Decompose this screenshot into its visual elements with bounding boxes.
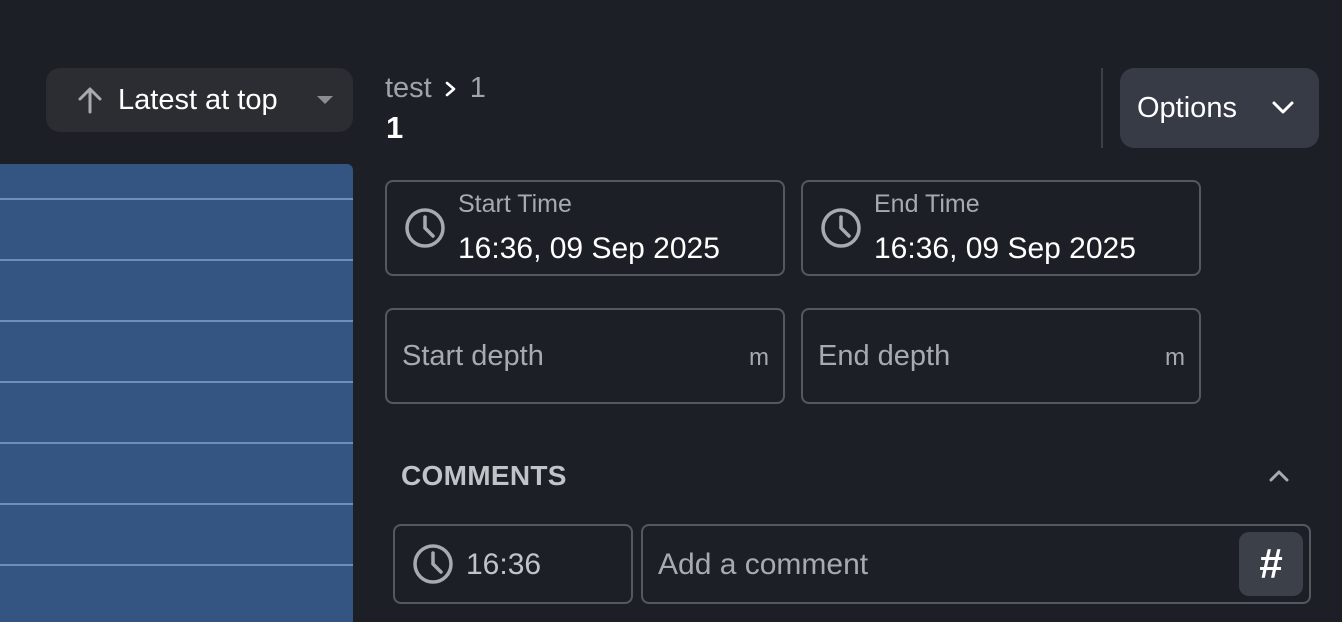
chevron-down-icon bbox=[1272, 101, 1294, 114]
page-title: 1 bbox=[386, 110, 404, 145]
arrow-up-icon bbox=[78, 87, 102, 114]
clock-icon bbox=[413, 544, 453, 584]
hashtag-icon: # bbox=[1259, 540, 1283, 587]
header-divider bbox=[1101, 68, 1103, 148]
start-depth-input[interactable]: Start depth m bbox=[385, 308, 785, 404]
list-row-divider bbox=[0, 442, 353, 444]
chevron-right-icon bbox=[445, 81, 456, 96]
start-depth-unit: m bbox=[749, 344, 769, 371]
sort-order-dropdown[interactable]: Latest at top bbox=[46, 68, 353, 132]
breadcrumb-current: 1 bbox=[469, 72, 486, 104]
comment-placeholder: Add a comment bbox=[658, 548, 869, 581]
end-time-value: 16:36, 09 Sep 2025 bbox=[874, 232, 1136, 265]
start-time-field[interactable]: Start Time 16:36, 09 Sep 2025 bbox=[385, 180, 785, 276]
clock-icon bbox=[821, 208, 861, 248]
breadcrumb: test 1 bbox=[385, 72, 486, 105]
options-label: Options bbox=[1137, 91, 1237, 124]
hashtag-button[interactable]: # bbox=[1239, 532, 1303, 596]
entries-list-panel bbox=[0, 164, 353, 622]
end-depth-placeholder: End depth bbox=[818, 340, 951, 372]
sort-order-label: Latest at top bbox=[118, 83, 278, 116]
comment-input[interactable]: Add a comment # bbox=[641, 524, 1311, 604]
caret-down-icon bbox=[317, 96, 333, 104]
start-time-label: Start Time bbox=[458, 190, 572, 218]
list-row-divider bbox=[0, 320, 353, 322]
comment-time-field[interactable]: 16:36 bbox=[393, 524, 633, 604]
list-row-divider bbox=[0, 259, 353, 261]
end-depth-unit: m bbox=[1165, 344, 1185, 371]
clock-icon bbox=[405, 208, 445, 248]
list-row-divider bbox=[0, 198, 353, 200]
end-time-field[interactable]: End Time 16:36, 09 Sep 2025 bbox=[801, 180, 1201, 276]
list-row-divider bbox=[0, 381, 353, 383]
end-depth-input[interactable]: End depth m bbox=[801, 308, 1201, 404]
chevron-up-icon[interactable] bbox=[1265, 462, 1293, 490]
list-row-divider bbox=[0, 503, 353, 505]
options-button[interactable]: Options bbox=[1120, 68, 1319, 148]
start-time-value: 16:36, 09 Sep 2025 bbox=[458, 232, 720, 265]
comment-time-value: 16:36 bbox=[466, 548, 542, 581]
breadcrumb-parent[interactable]: test bbox=[385, 72, 432, 105]
start-depth-placeholder: Start depth bbox=[402, 340, 544, 372]
end-time-label: End Time bbox=[874, 190, 980, 218]
comments-heading: COMMENTS bbox=[401, 460, 567, 491]
list-row-divider bbox=[0, 564, 353, 566]
